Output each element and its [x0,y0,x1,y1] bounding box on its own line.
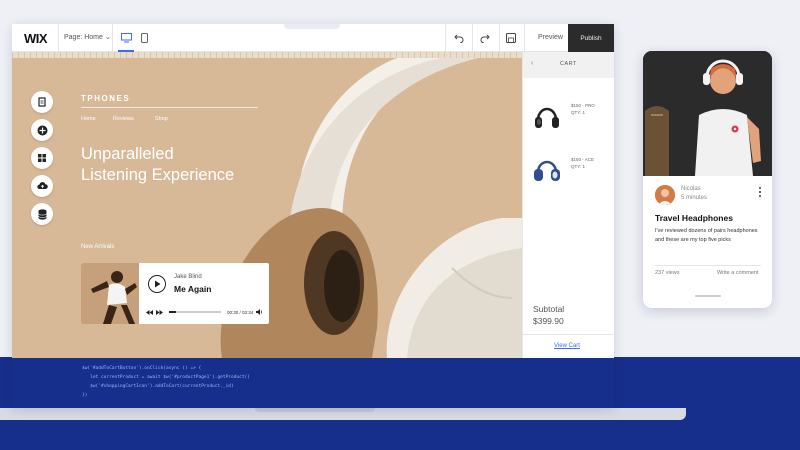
more-options-icon[interactable] [758,186,762,198]
music-player[interactable]: Jake Blind Me Again 00:30 / 03:34 [81,263,269,324]
wix-logo[interactable]: WIX [24,31,48,46]
editor-topbar: WIX Page: Home ⌄ Preview Publish [12,24,614,52]
track-artist: Jake Blind [174,274,202,280]
play-button[interactable] [148,275,166,293]
apps-grid-icon [38,154,46,162]
cart-item-qty: QTY: 1 [571,164,586,169]
mobile-view-button[interactable] [136,31,152,45]
undo-icon [454,34,464,43]
rewind-icon[interactable] [146,309,153,315]
chevron-left-icon[interactable]: ‹ [531,60,533,67]
code-panel[interactable]: $w('#addToCartButton').onClick(async () … [12,358,614,408]
post-excerpt: I've reviewed dozens of pairs headphones… [655,228,758,243]
track-title: Me Again [174,284,212,294]
editor-window: WIX Page: Home ⌄ Preview Publish TPHONES… [12,24,614,408]
database-icon [37,208,47,220]
cart-item[interactable]: $150 - PRO QTY: 1 [531,96,611,136]
site-nav-home[interactable]: Home [81,116,96,122]
mobile-icon [140,33,148,43]
black-headphones-thumbnail [535,107,559,128]
avatar-image [655,185,675,205]
brand-underline [81,107,258,108]
hero-headline-line-2: Listening Experience [81,166,235,184]
volume-icon[interactable] [256,309,263,315]
laptop-base-notch [255,408,375,412]
post-author[interactable]: Nicolas [681,186,701,192]
track-progress-fill [169,311,177,313]
code-line: let currentProduct = await $w('#productP… [82,375,250,380]
hero-headline-line-1: Unparalleled [81,145,174,163]
post-title[interactable]: Travel Headphones [655,213,733,223]
save-button[interactable] [504,31,518,45]
view-cart-link[interactable]: View Cart [554,343,580,349]
author-avatar[interactable] [655,185,675,205]
player-controls: 00:30 / 03:34 [146,309,263,315]
desktop-view-button[interactable] [118,31,134,52]
track-time: 00:30 / 03:34 [227,309,254,315]
home-indicator [695,295,721,297]
cart-item-meta: $150 - ACE QTY: 1 [571,156,594,170]
track-progress-bar[interactable] [169,311,221,313]
site-brand[interactable]: TPHONES [81,94,130,103]
cart-title: CART [560,61,577,67]
post-time: 5 minutes [681,195,708,201]
editor-side-toolbar [31,91,55,231]
app-market-button[interactable] [31,147,53,169]
fast-forward-icon[interactable] [156,309,163,315]
cart-item[interactable]: $150 - ACE QTY: 1 [531,150,611,190]
topbar-divider [445,24,446,52]
preview-button[interactable]: Preview [538,34,563,41]
mobile-preview: Nicolas 5 minutes Travel Headphones I've… [643,51,772,308]
add-element-button[interactable] [31,119,53,141]
desktop-icon [120,33,132,43]
pages-icon [38,97,46,107]
runner-image [81,263,139,324]
media-upload-button[interactable] [31,175,53,197]
topbar-divider [58,24,59,52]
subtotal-value: $399.90 [533,316,564,326]
topbar-handle [284,24,340,29]
topbar-divider [524,24,525,52]
chevron-down-icon: ⌄ [104,34,111,41]
code-line: $w('#addToCartButton').onClick(async () … [82,366,202,371]
topbar-divider [112,24,113,52]
redo-button[interactable] [478,31,492,45]
topbar-divider [472,24,473,52]
cloud-upload-icon [36,182,48,189]
code-line: $w('#shoppingCartIcon').addToCart(curren… [82,384,234,389]
site-nav-shop[interactable]: Shop [155,116,168,122]
save-icon [506,33,516,43]
write-comment-link[interactable]: Write a comment [717,270,758,276]
publish-button[interactable]: Publish [568,24,614,52]
page-select-dropdown[interactable]: Page: Home ⌄ [64,33,111,41]
play-icon [154,280,160,288]
topbar-divider [499,24,500,52]
pages-button[interactable] [31,91,53,113]
hero-headline[interactable]: Unparalleled Listening Experience [81,144,301,186]
undo-button[interactable] [452,31,466,45]
blue-headphones-thumbnail [534,160,560,181]
cart-item-price: $150 - ACE [571,157,595,162]
cart-panel: ‹ CART $150 - PRO QTY: 1 $150 - ACE QTY:… [522,52,614,358]
site-nav-reviews[interactable]: Reviews [113,116,134,122]
album-cover [81,263,139,324]
cart-item-meta: $150 - PRO QTY: 1 [571,102,595,116]
post-divider [655,265,761,266]
page-select-label: Page: Home [64,34,103,41]
database-button[interactable] [31,203,53,225]
code-line: }) [82,393,88,398]
site-canvas[interactable]: TPHONES Home Reviews Shop Unparalleled L… [12,58,522,358]
subtotal-label: Subtotal [533,304,565,314]
new-arrivals-label: New Arrivals [81,244,115,250]
blog-post-photo [643,51,772,176]
cart-item-qty: QTY: 1 [571,110,586,115]
plus-circle-icon [37,125,47,135]
cart-item-price: $150 - PRO [571,103,595,108]
redo-icon [480,34,490,43]
post-views: 237 views [655,270,680,276]
view-cart-footer: View Cart [523,334,614,358]
